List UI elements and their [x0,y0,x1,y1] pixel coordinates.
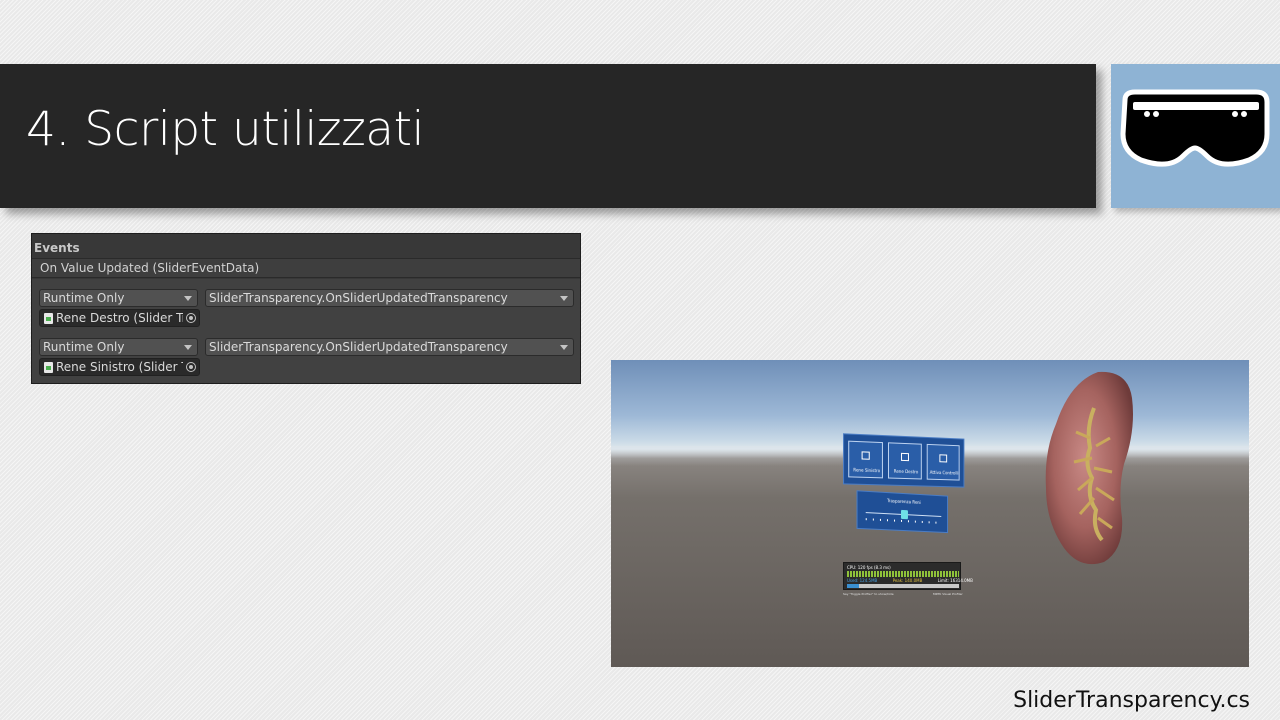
visual-profiler: CPU: 120 fps (8.3 ms) Used: 124.5MB Peak… [843,562,973,590]
chevron-down-icon [184,296,192,301]
slide-title: 4. Script utilizzati [26,102,425,157]
target-object-field[interactable]: Rene Sinistro (Slider T [39,358,200,376]
function-dropdown[interactable]: SliderTransparency.OnSliderUpdatedTransp… [205,338,574,356]
listener-row: Runtime Only SliderTransparency.OnSlider… [32,332,580,380]
menu-button-attiva-controlli[interactable]: Attiva Controlli [926,443,960,481]
script-icon [44,313,53,324]
menu-button-label: Rene Destro [893,468,919,475]
profiler-cpu: CPU: 120 fps (8.3 ms) [847,565,891,570]
title-bar: 4. Script utilizzati [0,64,1096,208]
target-object-value: Rene Destro (Slider Tr [56,311,187,325]
logo-box [1111,64,1280,208]
profiler-memory: Used: 124.5MB Peak: 140.0MB Limit: 16314… [847,578,973,583]
function-dropdown[interactable]: SliderTransparency.OnSliderUpdatedTransp… [205,289,574,307]
profiler-memory-bar [847,584,959,588]
chevron-down-icon [560,345,568,350]
listener-row: Runtime Only SliderTransparency.OnSlider… [32,283,580,331]
target-object-field[interactable]: Rene Destro (Slider Tr [39,309,200,327]
profiler-hint: Say "Toggle Profiler" to show/hide [843,592,894,596]
cube-icon [861,451,870,460]
function-value: SliderTransparency.OnSliderUpdatedTransp… [209,291,508,305]
slider-thumb[interactable] [900,509,908,520]
slider-title: Trasparenza Reni [886,498,921,505]
profiler-limit: Limit: 16314.0MB [937,578,973,583]
object-picker-icon[interactable] [183,310,199,326]
unity-events-inspector: Events On Value Updated (SliderEventData… [31,233,581,384]
profiler-frame-bars [847,571,959,577]
scene-preview: Rene Sinistro Rene Destro Attiva Control… [611,360,1249,667]
menu-button-rene-sinistro[interactable]: Rene Sinistro [848,440,883,479]
menu-button-label: Rene Sinistro [853,467,881,474]
target-object-value: Rene Sinistro (Slider T [56,360,189,374]
profiler-used: Used: 124.5MB [847,578,878,583]
event-header: On Value Updated (SliderEventData) [32,258,580,278]
script-filename: SliderTransparency.cs [1013,688,1250,713]
runtime-mode-value: Runtime Only [43,291,125,305]
profiler-title: MRTK Visual Profiler [933,592,963,596]
cube-icon [901,452,909,462]
kidney-model [1045,371,1133,565]
mixed-reality-headset-icon [1120,89,1270,167]
listener-list: Runtime Only SliderTransparency.OnSlider… [32,279,580,383]
profiler-peak: Peak: 140.0MB [892,578,923,583]
events-section-label: Events [34,241,80,255]
chevron-down-icon [560,296,568,301]
object-picker-icon[interactable] [183,359,199,375]
runtime-mode-dropdown[interactable]: Runtime Only [39,338,198,356]
event-name: On Value Updated (SliderEventData) [40,261,260,275]
cube-icon [939,454,948,463]
runtime-mode-dropdown[interactable]: Runtime Only [39,289,198,307]
menu-button-label: Attiva Controlli [929,469,959,476]
function-value: SliderTransparency.OnSliderUpdatedTransp… [209,340,508,354]
runtime-mode-value: Runtime Only [43,340,125,354]
transparency-slider-panel: Trasparenza Reni [856,490,949,534]
script-icon [44,362,53,373]
menu-button-rene-destro[interactable]: Rene Destro [887,442,922,480]
hand-menu-panel: Rene Sinistro Rene Destro Attiva Control… [843,433,965,488]
chevron-down-icon [184,345,192,350]
